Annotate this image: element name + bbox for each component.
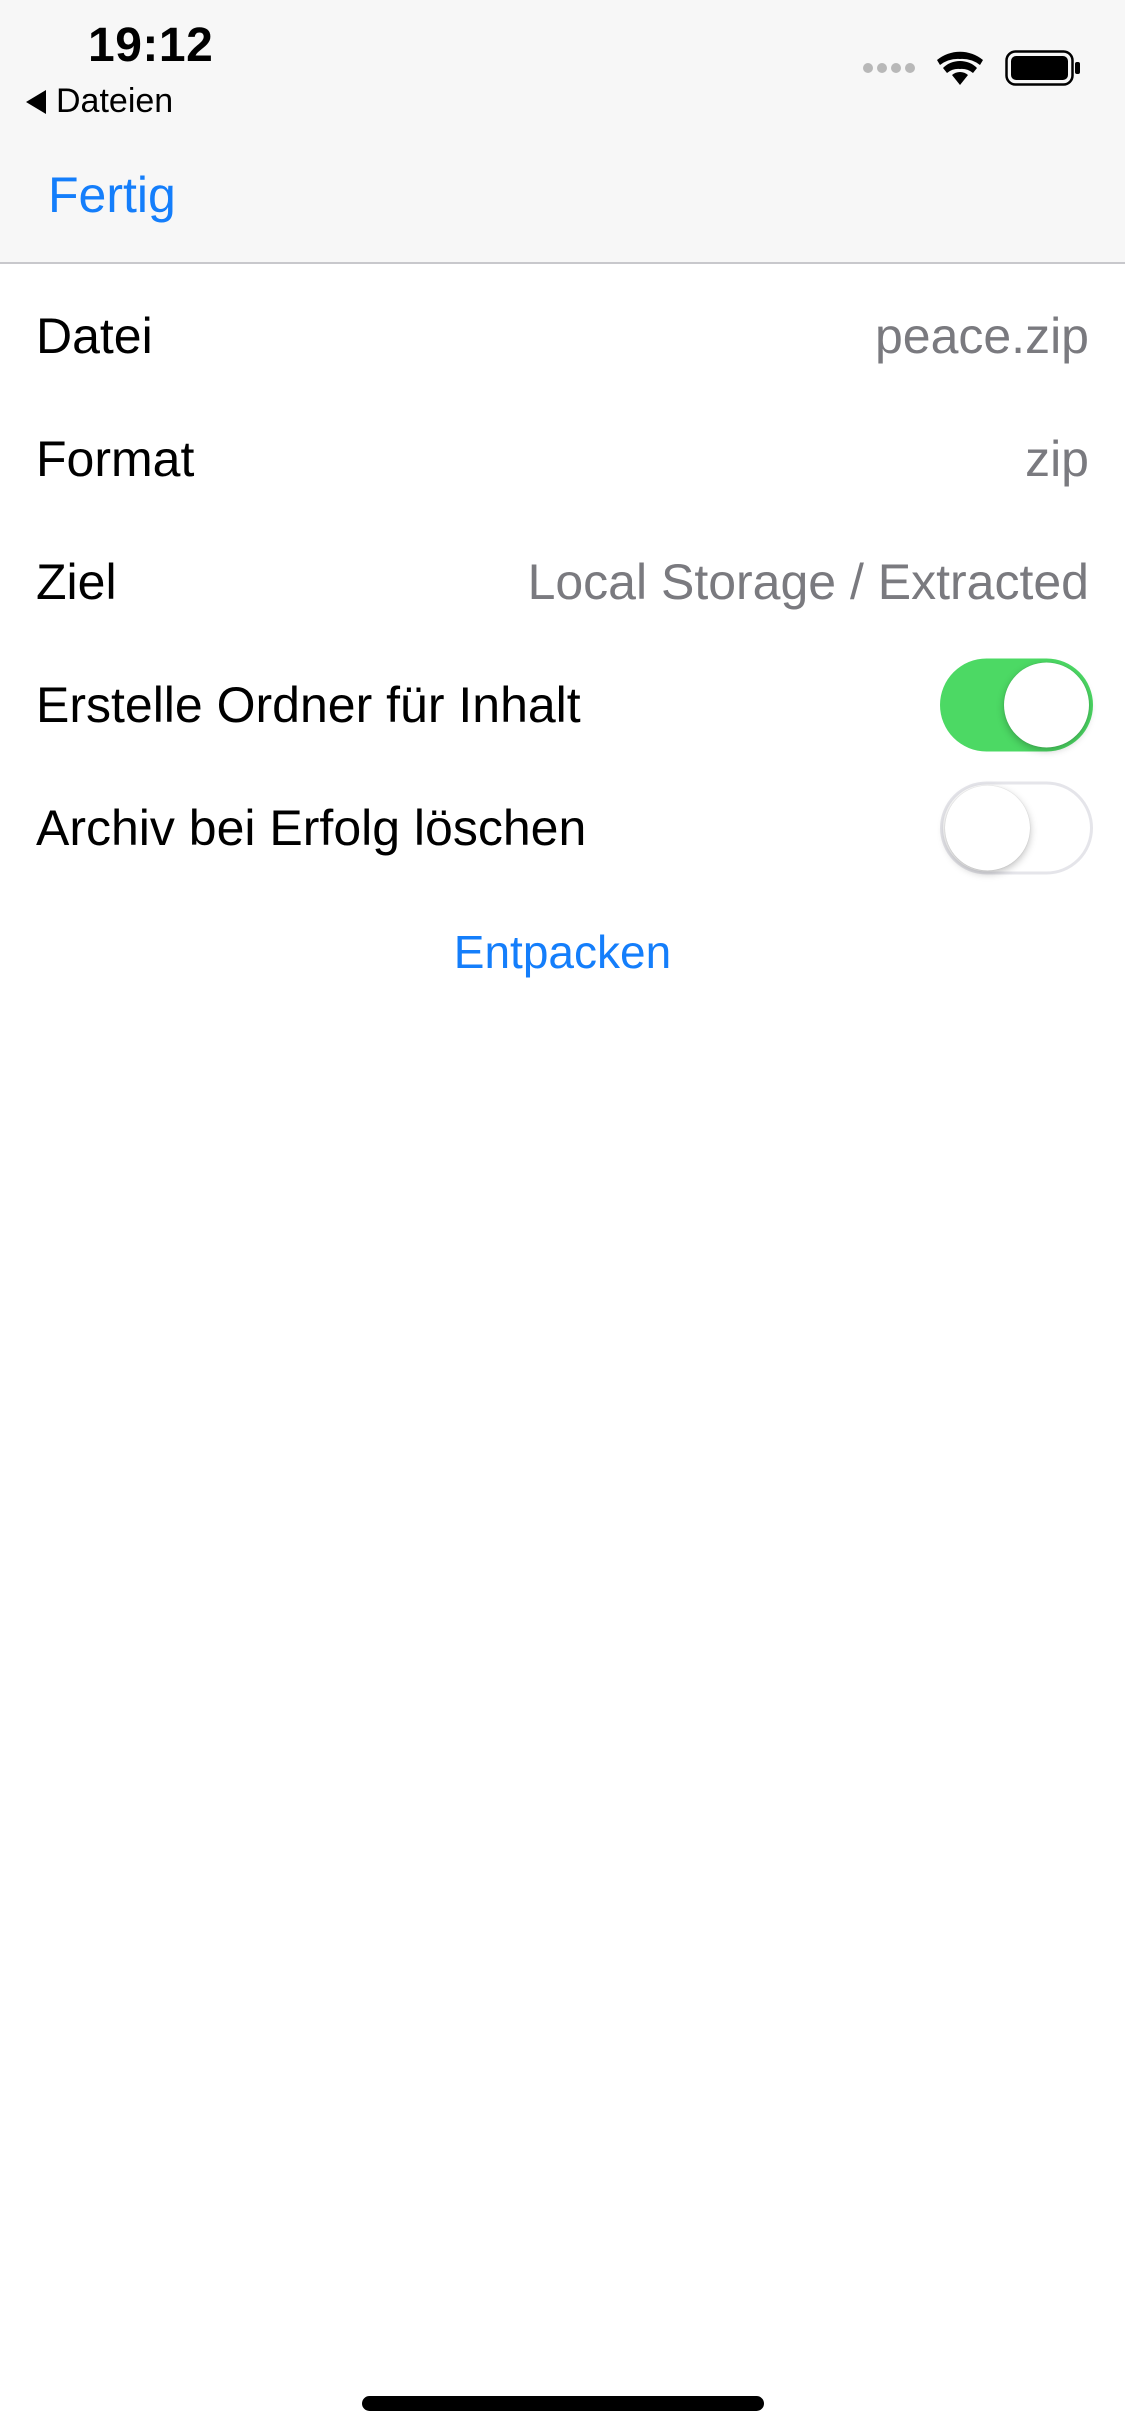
cellular-signal-icon <box>863 63 915 73</box>
destination-value: Local Storage / Extracted <box>527 553 1089 610</box>
back-to-app-button[interactable]: Dateien <box>26 82 173 121</box>
status-icons <box>863 50 1081 86</box>
navigation-bar: 19:12 Dateien Fertig <box>0 0 1125 264</box>
status-time: 19:12 <box>88 19 214 72</box>
format-value: zip <box>1025 430 1089 487</box>
file-label: Datei <box>36 307 153 364</box>
destination-label: Ziel <box>36 553 117 610</box>
toggle-knob <box>945 785 1030 870</box>
delete-archive-toggle[interactable] <box>940 781 1093 874</box>
file-row: Datei peace.zip <box>0 274 1125 397</box>
battery-icon <box>1005 50 1080 86</box>
format-label: Format <box>36 430 195 487</box>
extract-label: Entpacken <box>453 925 672 978</box>
delete-archive-row: Archiv bei Erfolg löschen <box>0 766 1125 889</box>
file-value: peace.zip <box>874 307 1089 364</box>
extract-button[interactable]: Entpacken <box>0 890 1125 1013</box>
home-indicator[interactable] <box>362 2396 764 2411</box>
wifi-icon <box>937 51 983 85</box>
create-folder-toggle[interactable] <box>940 658 1093 751</box>
delete-archive-label: Archiv bei Erfolg löschen <box>36 799 587 856</box>
create-folder-label: Erstelle Ordner für Inhalt <box>36 676 581 733</box>
back-arrow-icon <box>26 89 46 114</box>
format-row: Format zip <box>0 397 1125 520</box>
toggle-knob <box>1004 662 1089 747</box>
create-folder-row: Erstelle Ordner für Inhalt <box>0 643 1125 766</box>
destination-row[interactable]: Ziel Local Storage / Extracted <box>0 520 1125 643</box>
done-button[interactable]: Fertig <box>48 166 176 224</box>
back-app-label: Dateien <box>56 82 174 120</box>
